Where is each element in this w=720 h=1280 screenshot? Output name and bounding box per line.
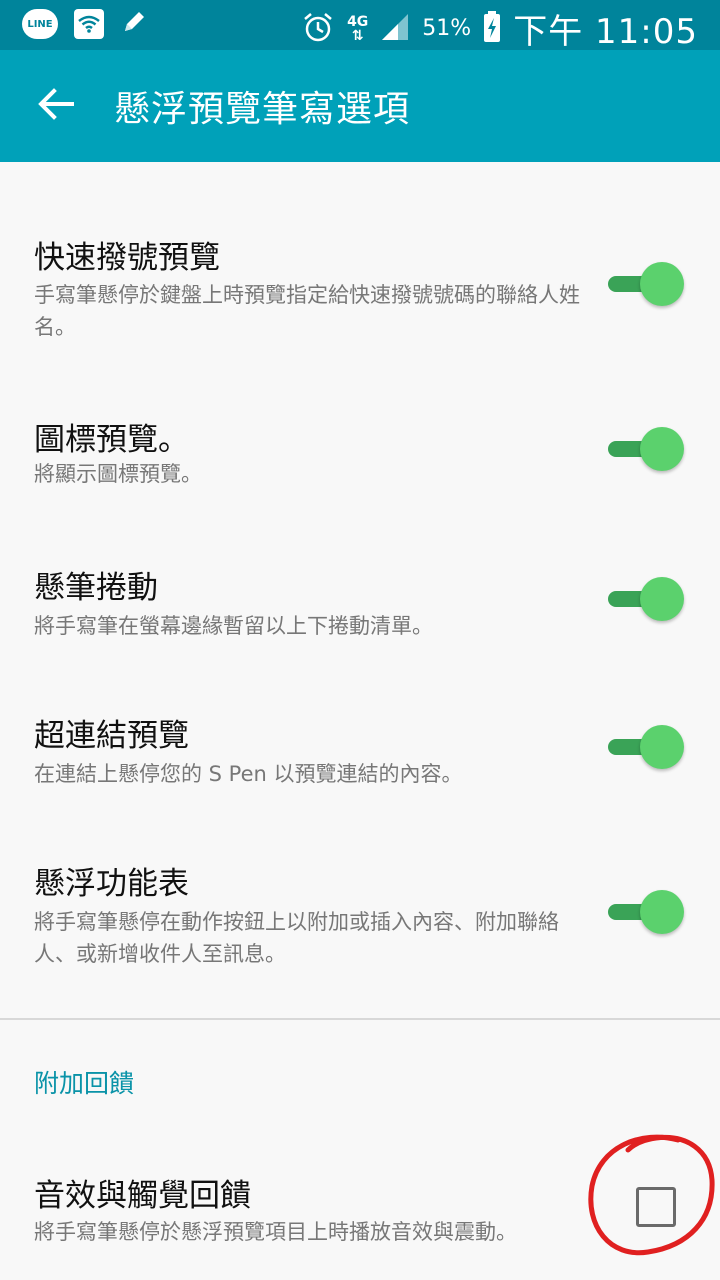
section-divider bbox=[0, 1018, 720, 1020]
setting-title: 超連結預覽 bbox=[34, 718, 189, 754]
switch-thumb bbox=[640, 890, 684, 934]
setting-air-command[interactable]: 懸浮功能表 將手寫筆懸停在動作按鈕上以附加或插入內容、附加聯絡人、或新增收件人至… bbox=[0, 822, 720, 1018]
air-command-switch[interactable] bbox=[608, 890, 684, 934]
battery-percent: 51% bbox=[422, 16, 472, 41]
wifi-icon bbox=[74, 9, 104, 39]
page-title: 懸浮預覽筆寫選項 bbox=[114, 89, 411, 130]
setting-hover-scroll[interactable]: 懸筆捲動 將手寫筆在螢幕邊緣暫留以上下捲動清單。 bbox=[0, 512, 720, 672]
setting-title: 音效與觸覺回饋 bbox=[34, 1178, 251, 1214]
setting-description: 將手寫筆懸停在動作按鈕上以附加或插入內容、附加聯絡人、或新增收件人至訊息。 bbox=[34, 910, 559, 966]
pen-icon bbox=[120, 8, 148, 40]
setting-description: 將顯示圖標預覽。 bbox=[34, 462, 202, 486]
alarm-icon bbox=[301, 10, 335, 48]
switch-thumb bbox=[640, 427, 684, 471]
switch-thumb bbox=[640, 262, 684, 306]
switch-thumb bbox=[640, 725, 684, 769]
icon-preview-switch[interactable] bbox=[608, 427, 684, 471]
setting-title: 懸浮功能表 bbox=[34, 866, 189, 902]
arrow-left-icon bbox=[38, 88, 74, 124]
battery-charging-icon bbox=[483, 10, 501, 47]
line-app-icon: LINE bbox=[22, 9, 58, 39]
setting-description: 將手寫筆在螢幕邊緣暫留以上下捲動清單。 bbox=[34, 614, 433, 638]
section-header: 附加回饋 bbox=[34, 1069, 135, 1098]
red-annotation-circle bbox=[588, 1134, 715, 1256]
setting-link-preview[interactable]: 超連結預覽 在連結上懸停您的 S Pen 以預覽連結的內容。 bbox=[0, 672, 720, 822]
app-bar: 懸浮預覽筆寫選項 bbox=[0, 50, 720, 162]
setting-title: 圖標預覽。 bbox=[34, 422, 189, 458]
setting-quick-dial-preview[interactable]: 快速撥號預覽 手寫筆懸停於鍵盤上時預覽指定給快速撥號號碼的聯絡人姓名。 bbox=[0, 162, 720, 362]
setting-description: 手寫筆懸停於鍵盤上時預覽指定給快速撥號號碼的聯絡人姓名。 bbox=[34, 283, 580, 339]
hover-scroll-switch[interactable] bbox=[608, 577, 684, 621]
setting-icon-preview[interactable]: 圖標預覽。 將顯示圖標預覽。 bbox=[0, 362, 720, 512]
link-preview-switch[interactable] bbox=[608, 725, 684, 769]
setting-description: 在連結上懸停您的 S Pen 以預覽連結的內容。 bbox=[34, 762, 463, 786]
switch-thumb bbox=[640, 577, 684, 621]
back-button[interactable] bbox=[28, 78, 84, 134]
status-bar: LINE 4G ⇅ 51% 下午 11:05 bbox=[0, 0, 720, 52]
quick-dial-preview-switch[interactable] bbox=[608, 262, 684, 306]
network-type: 4G ⇅ bbox=[347, 13, 369, 44]
setting-title: 懸筆捲動 bbox=[34, 570, 158, 606]
setting-description: 將手寫筆懸停於懸浮預覽項目上時播放音效與震動。 bbox=[34, 1220, 517, 1244]
setting-title: 快速撥號預覽 bbox=[34, 240, 220, 276]
clock: 下午 11:05 bbox=[513, 12, 698, 52]
signal-icon bbox=[380, 12, 410, 46]
